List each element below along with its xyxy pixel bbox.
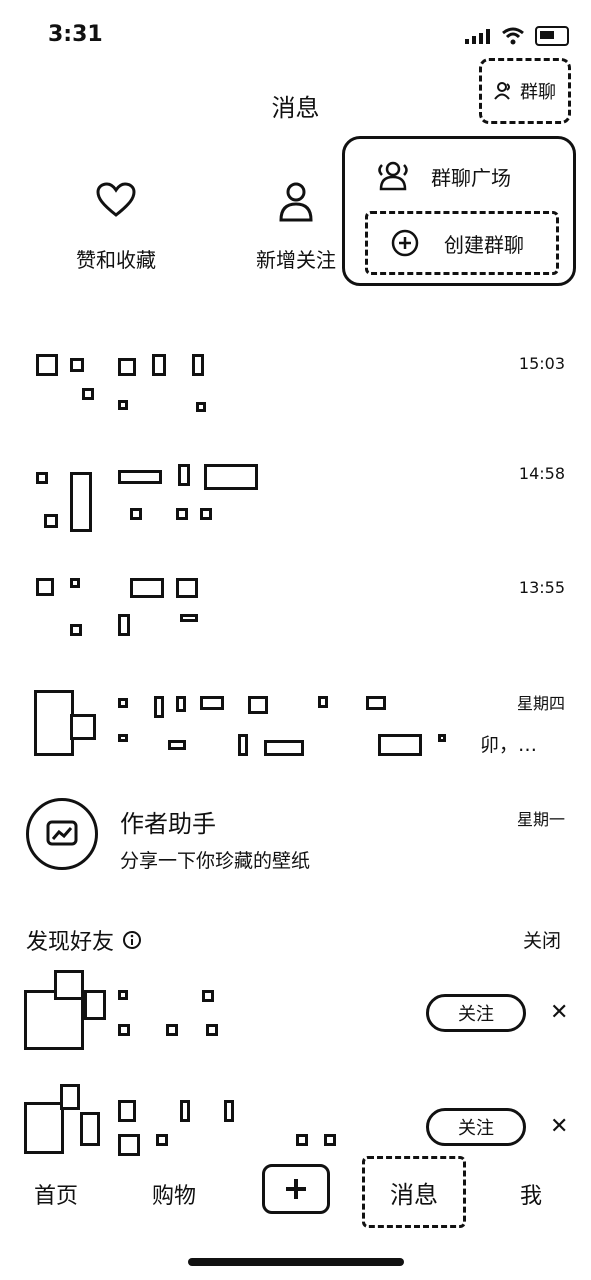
group-chat-square-item[interactable]: 群聊广场: [375, 161, 511, 191]
friend-name: [118, 1100, 258, 1122]
chat-preview: 卯，…: [118, 734, 538, 756]
chat-row[interactable]: 星期四 卯，…: [0, 690, 591, 800]
chat-name: [118, 578, 238, 600]
suggested-friend-row: 关注 ✕: [0, 970, 591, 1060]
info-icon[interactable]: [122, 930, 142, 950]
group-chat-popup: 群聊广场 创建群聊: [342, 136, 576, 286]
nav-home[interactable]: 首页: [34, 1178, 78, 1210]
discover-friends-header: 发现好友: [26, 924, 142, 956]
nav-messages[interactable]: 消息: [362, 1156, 466, 1228]
discover-close-button[interactable]: 关闭: [523, 926, 561, 953]
popup-item-label: 群聊广场: [431, 165, 511, 190]
friend-subtitle: [118, 1024, 238, 1046]
avatar: [30, 690, 100, 760]
avatar: [24, 970, 108, 1054]
chat-time: 13:55: [518, 578, 565, 597]
chat-time: 星期四: [516, 694, 565, 713]
friend-name: [118, 990, 238, 1012]
chat-preview-tail: 卯，…: [480, 734, 538, 756]
avatar: [30, 464, 100, 534]
nav-shop[interactable]: 购物: [152, 1178, 196, 1210]
new-followers-shortcut[interactable]: 新增关注: [246, 182, 346, 273]
dismiss-icon[interactable]: ✕: [550, 1114, 568, 1139]
group-chat-label: 群聊: [520, 82, 556, 103]
shortcut-label: 新增关注: [256, 248, 336, 272]
friend-subtitle: [118, 1134, 338, 1156]
chat-row[interactable]: 15:03: [0, 354, 591, 464]
chat-preview: [118, 508, 238, 530]
person-icon: [494, 82, 510, 100]
signal-icon: [465, 28, 491, 44]
plus-icon: [286, 1179, 306, 1199]
chat-preview: [118, 614, 238, 636]
chat-name: [118, 464, 278, 490]
heart-icon: [96, 182, 136, 217]
follow-button[interactable]: 关注: [426, 994, 526, 1032]
wifi-icon: [502, 27, 524, 45]
chat-name: [118, 696, 418, 718]
chat-row[interactable]: 13:55: [0, 578, 591, 688]
create-group-chat-item[interactable]: 创建群聊: [365, 211, 559, 275]
nav-me[interactable]: 我: [520, 1178, 542, 1210]
popup-item-label: 创建群聊: [444, 232, 524, 257]
chat-time: 14:58: [518, 464, 565, 483]
status-time: 3:31: [48, 22, 103, 47]
battery-icon: [535, 26, 569, 46]
likes-and-collections-shortcut[interactable]: 赞和收藏: [66, 182, 166, 273]
discover-title: 发现好友: [26, 930, 115, 955]
home-indicator: [188, 1258, 404, 1266]
person-icon: [279, 182, 313, 222]
assistant-row[interactable]: [0, 790, 591, 880]
dismiss-icon[interactable]: ✕: [550, 1000, 568, 1025]
status-icons: [465, 26, 569, 46]
publish-button[interactable]: [262, 1164, 330, 1214]
chat-row[interactable]: 14:58: [0, 464, 591, 574]
follow-button[interactable]: 关注: [426, 1108, 526, 1146]
avatar: [30, 578, 100, 648]
avatar: [30, 354, 100, 424]
plus-circle-icon: [391, 229, 419, 257]
avatar: [24, 1084, 104, 1154]
chat-time: 15:03: [518, 354, 565, 373]
chat-preview: [118, 394, 238, 416]
suggested-friend-row: 关注 ✕: [0, 1084, 591, 1156]
group-chat-button[interactable]: 群聊: [479, 58, 571, 124]
group-icon: [378, 161, 408, 191]
shortcut-label: 赞和收藏: [76, 248, 156, 272]
chat-name: [118, 354, 238, 376]
